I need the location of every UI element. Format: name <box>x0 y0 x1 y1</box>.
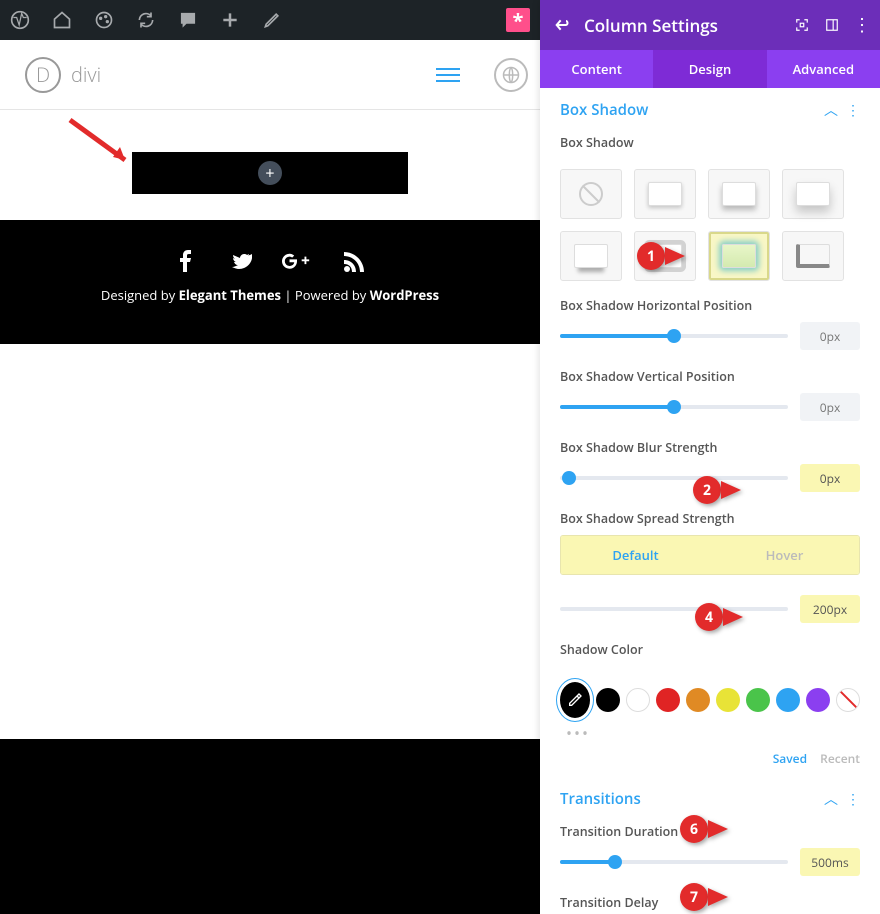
preset-none[interactable] <box>560 169 622 219</box>
color-label: Shadow Color <box>560 641 860 658</box>
site-logo[interactable]: D divi <box>25 57 101 93</box>
wordpress-icon[interactable] <box>10 10 30 30</box>
saved-tab[interactable]: Saved <box>773 750 807 767</box>
preset-4[interactable] <box>782 169 844 219</box>
swatch-none[interactable] <box>836 688 860 712</box>
more-swatches-icon[interactable]: ••• <box>540 720 880 746</box>
color-picker-button[interactable] <box>560 682 590 718</box>
section-title: Transitions <box>560 789 641 809</box>
logo-mark: D <box>25 57 61 93</box>
blur-value[interactable]: 0px <box>800 464 860 492</box>
preset-label: Box Shadow <box>560 134 860 151</box>
wp-admin-bar: * <box>0 0 540 40</box>
builder-canvas[interactable]: + Designed by Elegant Themes | Powered b… <box>0 110 540 914</box>
vert-value[interactable]: 0px <box>800 393 860 421</box>
swatch[interactable] <box>746 688 770 712</box>
edit-icon[interactable] <box>262 10 282 30</box>
panel-title: Column Settings <box>584 14 718 37</box>
updates-icon[interactable] <box>136 10 156 30</box>
preset-8[interactable] <box>782 231 844 281</box>
site-header: D divi <box>0 40 540 110</box>
swatch[interactable] <box>776 688 800 712</box>
spread-slider[interactable] <box>560 607 788 611</box>
footer-credit: Designed by Elegant Themes | Powered by … <box>0 286 540 304</box>
panel-header: Column Settings ⋮ <box>540 0 880 50</box>
twitter-icon[interactable] <box>228 250 252 274</box>
preview-pane: * D divi + Designed by Elegant Themes | … <box>0 0 540 914</box>
toggle-hover[interactable]: Hover <box>710 536 859 574</box>
swatch[interactable] <box>626 688 650 712</box>
focus-icon[interactable] <box>794 17 810 33</box>
swatch[interactable] <box>716 688 740 712</box>
section-box-shadow[interactable]: Box Shadow ︿ ⋮ <box>540 88 880 126</box>
globe-icon[interactable] <box>494 58 528 92</box>
spread-label: Box Shadow Spread Strength <box>560 510 860 527</box>
spread-value[interactable]: 200px <box>800 595 860 623</box>
googleplus-icon[interactable] <box>282 250 312 274</box>
vert-slider[interactable] <box>560 405 788 409</box>
preset-6[interactable] <box>634 231 696 281</box>
preset-5[interactable] <box>560 231 622 281</box>
vert-label: Box Shadow Vertical Position <box>560 368 860 385</box>
home-icon[interactable] <box>52 10 72 30</box>
add-new-icon[interactable] <box>220 10 240 30</box>
settings-panel: Column Settings ⋮ Content Design Advance… <box>540 0 880 914</box>
rss-icon[interactable] <box>342 250 366 274</box>
social-icons <box>0 250 540 274</box>
preview-dark-area <box>0 739 540 914</box>
preset-2[interactable] <box>634 169 696 219</box>
tab-advanced[interactable]: Advanced <box>767 50 880 88</box>
preset-3[interactable] <box>708 169 770 219</box>
more-icon[interactable]: ⋮ <box>854 17 870 33</box>
swatch[interactable] <box>806 688 830 712</box>
facebook-icon[interactable] <box>174 250 198 274</box>
panel-body: Box Shadow ︿ ⋮ Box Shadow Box Shadow Hori… <box>540 88 880 914</box>
horiz-slider[interactable] <box>560 334 788 338</box>
duration-slider[interactable] <box>560 860 788 864</box>
toggle-default[interactable]: Default <box>561 536 710 574</box>
swatch[interactable] <box>686 688 710 712</box>
swatch[interactable] <box>596 688 620 712</box>
swatch[interactable] <box>656 688 680 712</box>
logo-text: divi <box>71 61 101 88</box>
spread-state-toggle: Default Hover <box>560 535 860 575</box>
chevron-up-icon[interactable]: ︿ <box>824 100 838 120</box>
back-icon[interactable] <box>554 17 570 33</box>
swatch-tabs: Saved Recent <box>540 746 880 777</box>
comments-icon[interactable] <box>178 10 198 30</box>
horiz-value[interactable]: 0px <box>800 322 860 350</box>
duration-label: Transition Duration <box>560 823 860 840</box>
blur-slider[interactable] <box>560 476 788 480</box>
column-block[interactable]: + <box>132 152 408 194</box>
horiz-label: Box Shadow Horizontal Position <box>560 297 860 314</box>
divi-pink-button[interactable]: * <box>506 8 530 32</box>
tab-content[interactable]: Content <box>540 50 653 88</box>
delay-label: Transition Delay <box>560 894 860 911</box>
tab-design[interactable]: Design <box>653 50 766 88</box>
expand-icon[interactable] <box>824 17 840 33</box>
add-module-button[interactable]: + <box>258 161 282 185</box>
preset-7-selected[interactable] <box>708 231 770 281</box>
blur-label: Box Shadow Blur Strength <box>560 439 860 456</box>
recent-tab[interactable]: Recent <box>820 750 860 767</box>
panel-tabs: Content Design Advanced <box>540 50 880 88</box>
color-swatches <box>540 676 880 720</box>
chevron-up-icon[interactable]: ︿ <box>824 789 838 809</box>
section-more-icon[interactable]: ⋮ <box>846 101 860 120</box>
section-title: Box Shadow <box>560 100 648 120</box>
customize-icon[interactable] <box>94 10 114 30</box>
shadow-presets <box>540 169 880 289</box>
menu-icon[interactable] <box>436 63 460 87</box>
section-transitions[interactable]: Transitions ︿ ⋮ <box>540 777 880 815</box>
duration-value[interactable]: 500ms <box>800 848 860 876</box>
section-more-icon[interactable]: ⋮ <box>846 790 860 809</box>
site-footer: Designed by Elegant Themes | Powered by … <box>0 220 540 344</box>
